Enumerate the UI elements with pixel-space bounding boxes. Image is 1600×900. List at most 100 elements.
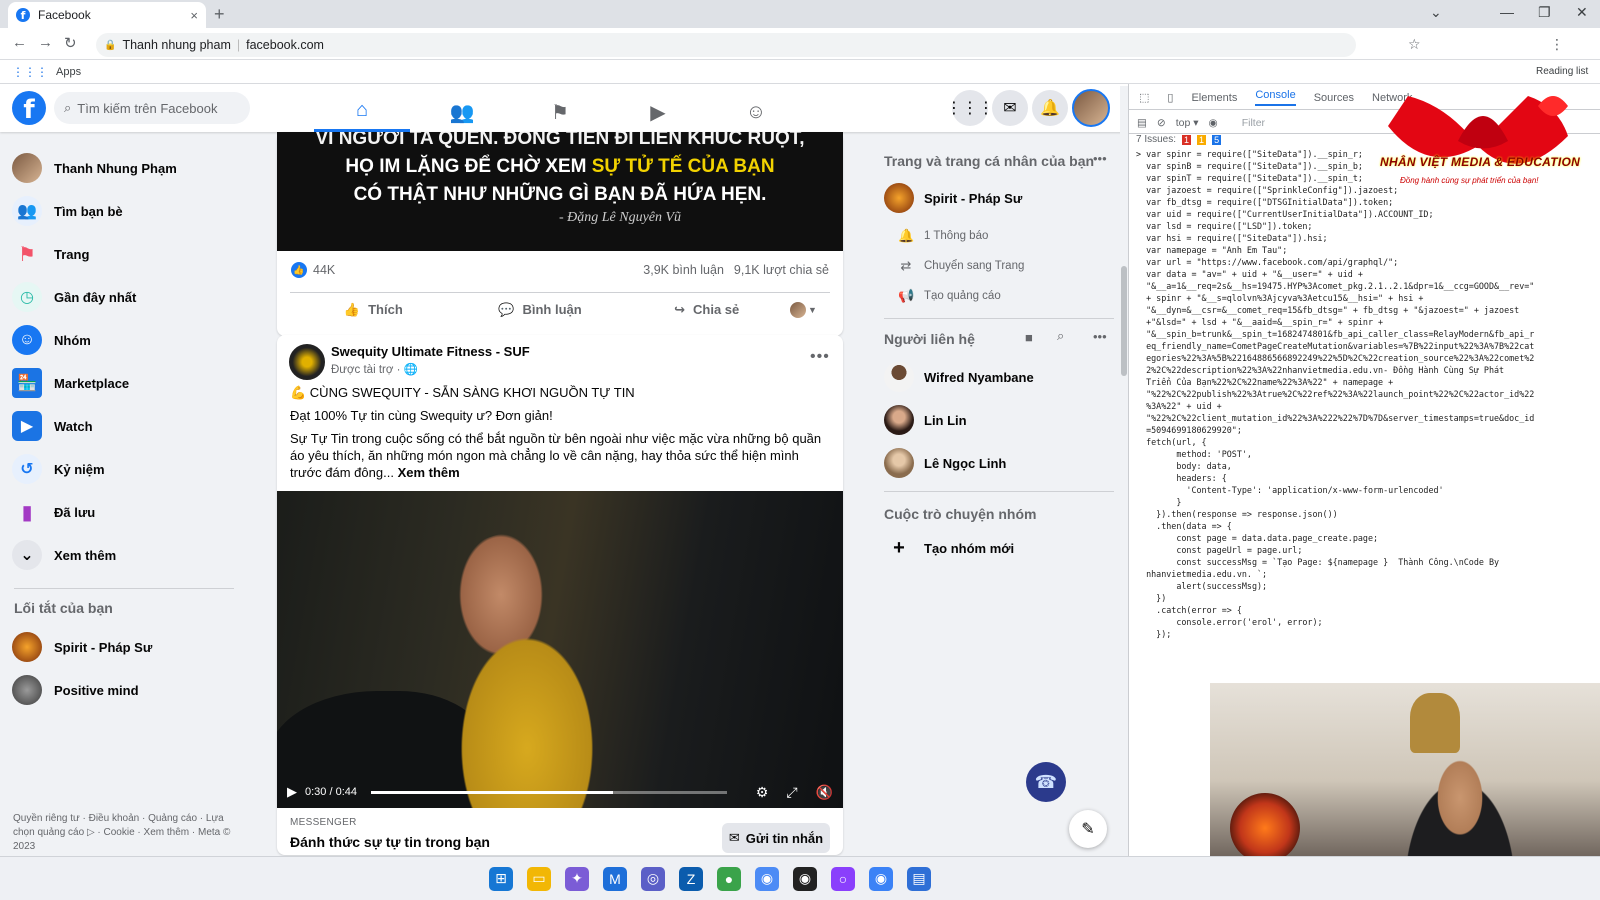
contact-item[interactable]: Lin Lin bbox=[884, 405, 967, 435]
nav-home[interactable]: ⌂ bbox=[314, 92, 410, 132]
video-progress-bar[interactable] bbox=[371, 790, 727, 794]
menu-dots-icon[interactable]: ⋮ bbox=[1550, 36, 1564, 53]
nav-friends[interactable]: 👥 bbox=[414, 92, 510, 132]
sidebar-item-find-friends[interactable]: 👥 Tìm bạn bè bbox=[12, 191, 123, 231]
like-count[interactable]: 44K bbox=[313, 263, 335, 277]
see-more-link[interactable]: Xem thêm bbox=[398, 465, 460, 480]
send-message-button[interactable]: ✉ Gửi tin nhắn bbox=[722, 823, 830, 853]
nav-watch[interactable]: ▶ bbox=[610, 92, 706, 132]
close-window-icon[interactable]: ✕ bbox=[1576, 4, 1588, 21]
messenger-button[interactable]: ✉ bbox=[992, 90, 1028, 126]
new-tab-button[interactable]: + bbox=[214, 4, 225, 25]
console-output[interactable]: > var spinr = require(["SiteData"]).__sp… bbox=[1136, 148, 1581, 648]
tab-elements[interactable]: Elements bbox=[1191, 92, 1237, 104]
comment-button[interactable]: 💬 Bình luận bbox=[457, 302, 624, 318]
page-notifications[interactable]: 🔔 1 Thông báo bbox=[898, 228, 988, 244]
tab-console[interactable]: Console bbox=[1255, 89, 1296, 106]
facebook-search[interactable]: ⌕ Tìm kiếm trên Facebook bbox=[54, 92, 250, 124]
mail-icon[interactable]: M bbox=[603, 866, 627, 891]
like-button[interactable]: 👍 Thích bbox=[290, 302, 457, 318]
sidebar-item-memories[interactable]: ↺ Kỷ niệm bbox=[12, 449, 105, 489]
document-icon[interactable]: ▤ bbox=[907, 866, 931, 891]
video-call-icon[interactable]: ■ bbox=[1025, 330, 1033, 345]
app-icon[interactable]: ✦ bbox=[565, 866, 589, 891]
floating-assistant-icon[interactable]: ☎ bbox=[1026, 762, 1066, 802]
post-video[interactable] bbox=[277, 491, 843, 808]
cta-title[interactable]: Đánh thức sự tự tin trong bạn bbox=[290, 834, 490, 850]
megaphone-icon: 📢 bbox=[898, 288, 915, 303]
chrome-active-icon[interactable]: ◉ bbox=[869, 866, 893, 891]
sidebar-item-watch[interactable]: ▶ Watch bbox=[12, 406, 93, 446]
sidebar-toggle-icon[interactable]: ▤ bbox=[1137, 117, 1147, 129]
app-icon[interactable]: ● bbox=[717, 866, 741, 891]
sidebar-item-recent[interactable]: ◷ Gần đây nhất bbox=[12, 277, 136, 317]
minimize-icon[interactable]: — bbox=[1500, 4, 1514, 20]
zalo-icon[interactable]: Z bbox=[679, 866, 703, 891]
sidebar-item-see-more[interactable]: ⌄ Xem thêm bbox=[12, 535, 116, 575]
comment-count[interactable]: 3,9K bình luận bbox=[643, 263, 724, 277]
reload-icon[interactable]: ↻ bbox=[64, 34, 77, 52]
eye-icon[interactable]: ◉ bbox=[1209, 117, 1218, 129]
reading-list[interactable]: Reading list bbox=[1536, 66, 1588, 77]
restore-icon[interactable]: ❐ bbox=[1538, 4, 1551, 21]
footer-links[interactable]: Quyền riêng tư · Điều khoản · Quảng cáo … bbox=[13, 812, 243, 854]
more-options-icon[interactable]: ••• bbox=[1093, 151, 1107, 166]
apps-grid-icon[interactable]: ⋮⋮⋮ bbox=[12, 65, 48, 79]
forward-icon[interactable]: → bbox=[38, 34, 53, 51]
tab-sources[interactable]: Sources bbox=[1314, 92, 1354, 104]
app-icon[interactable]: ○ bbox=[831, 866, 855, 891]
more-options-icon[interactable]: ••• bbox=[1093, 329, 1107, 344]
account-avatar[interactable] bbox=[1072, 89, 1110, 127]
reaction-audience-button[interactable]: ▼ bbox=[790, 301, 830, 318]
switch-to-page[interactable]: ⇄ Chuyển sang Trang bbox=[898, 258, 1025, 274]
chrome-profile-icon[interactable]: ◉ bbox=[793, 866, 817, 891]
shortcut-spirit[interactable]: Spirit - Pháp Sư bbox=[12, 627, 152, 667]
page-scrollbar[interactable] bbox=[1120, 86, 1128, 846]
filter-input[interactable]: Filter bbox=[1242, 117, 1265, 129]
mute-speaker-icon[interactable]: 🔇 bbox=[816, 784, 833, 801]
contact-item[interactable]: Lê Ngọc Linh bbox=[884, 448, 1006, 478]
sidebar-item-marketplace[interactable]: 🏪 Marketplace bbox=[12, 363, 129, 403]
clear-console-icon[interactable]: ⊘ bbox=[1157, 117, 1166, 129]
sidebar-item-saved[interactable]: ▮ Đã lưu bbox=[12, 492, 95, 532]
facebook-logo-icon[interactable]: f bbox=[12, 91, 46, 125]
tab-search-chevron-icon[interactable]: ⌄ bbox=[1430, 4, 1442, 21]
share-button[interactable]: ↪ Chia sẻ bbox=[623, 302, 790, 318]
share-count[interactable]: 9,1K lượt chia sẻ bbox=[734, 263, 829, 277]
nav-pages[interactable]: ⚑ bbox=[512, 92, 608, 132]
nav-groups[interactable]: ☺ bbox=[708, 92, 804, 132]
device-toolbar-icon[interactable]: ▯ bbox=[1167, 91, 1173, 104]
discord-icon[interactable]: ◎ bbox=[641, 866, 665, 891]
post-page-name[interactable]: Swequity Ultimate Fitness - SUF bbox=[331, 344, 530, 359]
issues-counter[interactable]: 7 Issues: 1 1 5 bbox=[1136, 134, 1222, 145]
shortcut-positive-mind[interactable]: Positive mind bbox=[12, 670, 139, 710]
file-explorer-icon[interactable]: ▭ bbox=[527, 866, 551, 891]
post-more-icon[interactable]: ••• bbox=[810, 348, 830, 366]
start-menu-icon[interactable]: ⊞ bbox=[489, 866, 513, 891]
context-select[interactable]: top ▾ bbox=[1176, 117, 1199, 129]
play-button-icon[interactable]: ▶ bbox=[287, 784, 297, 800]
apps-bookmark[interactable]: Apps bbox=[56, 66, 81, 78]
settings-gear-icon[interactable]: ⚙ bbox=[756, 784, 769, 801]
inspect-element-icon[interactable]: ⬚ bbox=[1139, 91, 1149, 104]
browser-tab-facebook[interactable]: f Facebook × bbox=[8, 2, 206, 28]
star-icon[interactable]: ☆ bbox=[1408, 36, 1421, 53]
chrome-icon[interactable]: ◉ bbox=[755, 866, 779, 891]
sidebar-item-profile[interactable]: Thanh Nhung Phạm bbox=[12, 148, 177, 188]
sidebar-item-pages[interactable]: ⚑ Trang bbox=[12, 234, 89, 274]
notifications-button[interactable]: 🔔 bbox=[1032, 90, 1068, 126]
page-avatar[interactable] bbox=[289, 344, 325, 380]
contact-item[interactable]: Wifred Nyambane bbox=[884, 362, 1034, 392]
create-ad[interactable]: 📢 Tạo quảng cáo bbox=[898, 288, 1001, 304]
search-input[interactable]: Tìm kiếm trên Facebook bbox=[77, 101, 217, 116]
fullscreen-icon[interactable]: ⤢ bbox=[786, 784, 797, 801]
sidebar-item-groups[interactable]: ☺ Nhóm bbox=[12, 320, 91, 360]
menu-button[interactable]: ⋮⋮⋮ bbox=[946, 90, 994, 126]
your-page-item[interactable]: Spirit - Pháp Sư bbox=[884, 183, 1022, 213]
new-message-compose-icon[interactable]: ✎ bbox=[1069, 810, 1107, 848]
back-icon[interactable]: ← bbox=[12, 34, 27, 51]
address-bar[interactable]: 🔒 Thanh nhung pham | facebook.com bbox=[96, 33, 1356, 57]
search-icon[interactable]: ⌕ bbox=[1057, 328, 1064, 344]
new-group-button[interactable]: + Tạo nhóm mới bbox=[884, 537, 1014, 560]
close-tab-icon[interactable]: × bbox=[190, 8, 198, 23]
